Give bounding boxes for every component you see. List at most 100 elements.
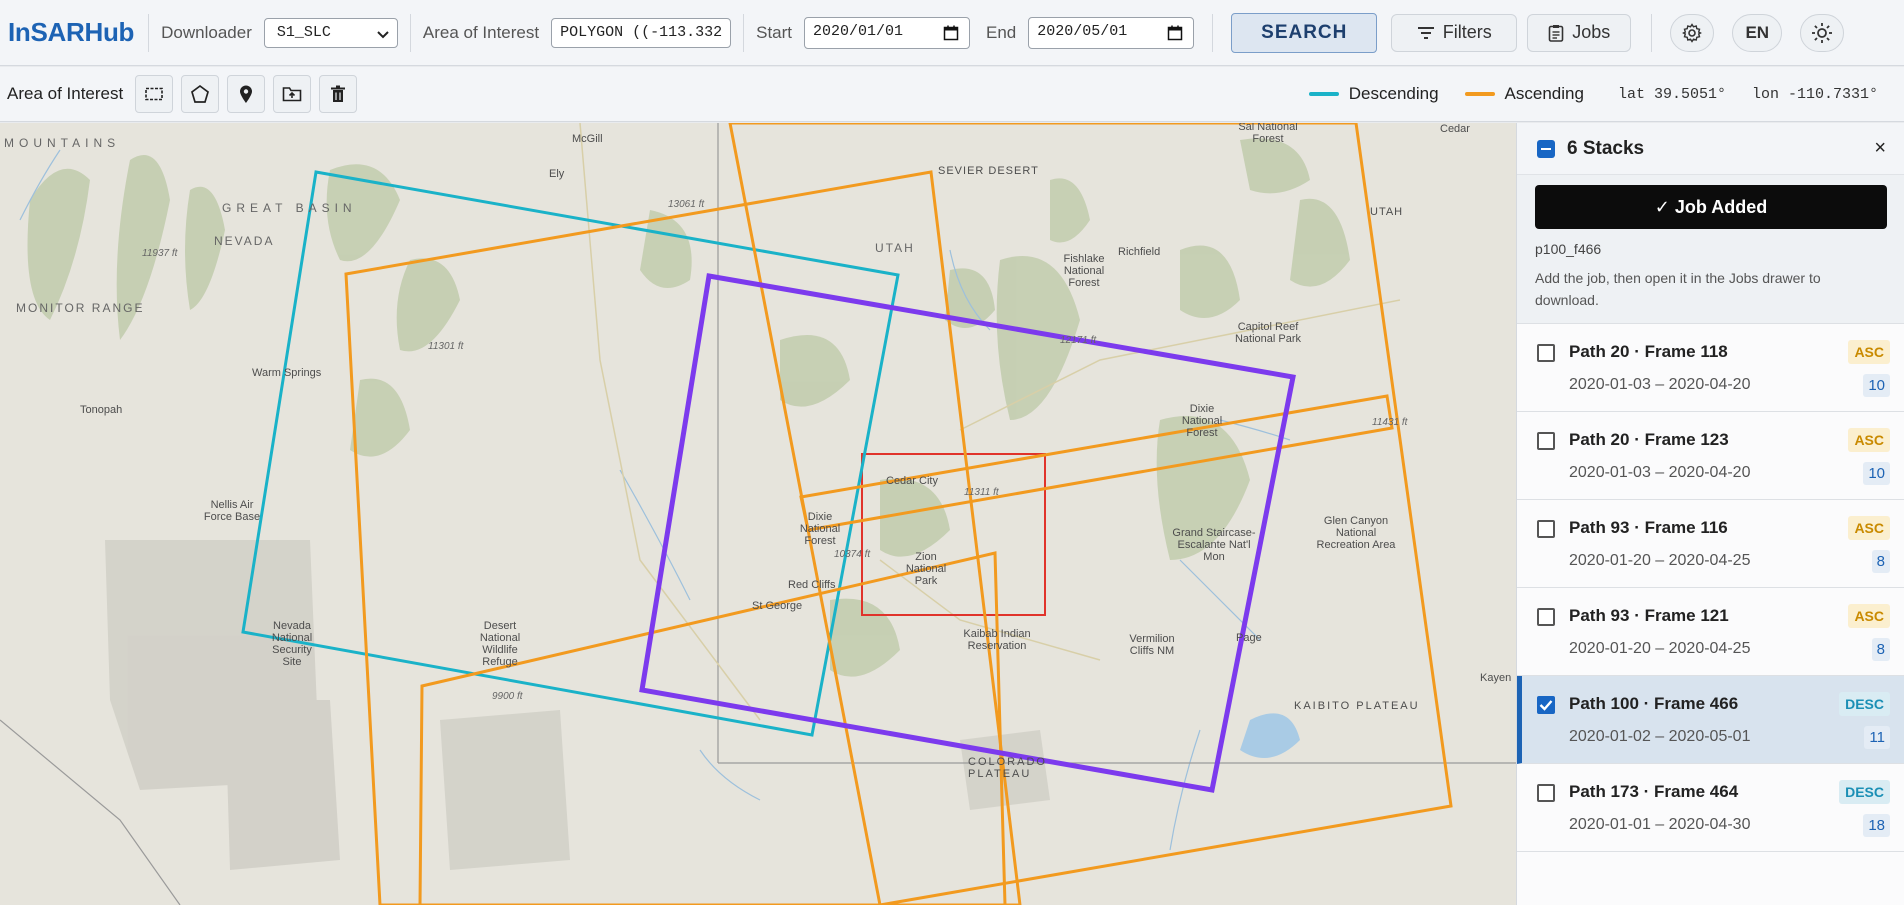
stack-dates: 2020-01-03 – 2020-04-20 (1569, 376, 1751, 393)
start-date-input[interactable]: 2020/01/01 (804, 16, 971, 49)
map-label: Manti-La Sal National Forest (1238, 123, 1298, 145)
stack-row[interactable]: Path 93 · Frame 121 2020-01-20 – 2020-04… (1517, 588, 1904, 676)
downloader-value: S1_SLC (276, 23, 331, 41)
map-label: Richfield (1118, 246, 1161, 258)
calendar-icon[interactable] (1167, 25, 1183, 41)
end-date-input[interactable]: 2020/05/01 (1028, 16, 1195, 49)
stack-title: Path 93 · Frame 121 (1569, 606, 1729, 625)
stack-dates: 2020-01-02 – 2020-05-01 (1569, 728, 1751, 745)
stack-checkbox[interactable] (1537, 432, 1555, 450)
filters-button[interactable]: Filters (1391, 13, 1518, 52)
job-added-button[interactable]: ✓ Job Added (1535, 185, 1887, 229)
map-label: SEVIER DESERT (938, 165, 1039, 177)
close-icon[interactable]: × (1874, 137, 1886, 160)
draw-polygon-button[interactable] (181, 75, 220, 113)
jobs-label: Jobs (1572, 22, 1611, 42)
map-label: 11301 ft (428, 341, 464, 352)
latitude-readout: lat 39.5051° (1617, 85, 1726, 103)
direction-badge: ASC (1848, 516, 1890, 540)
stack-row[interactable]: Path 93 · Frame 116 2020-01-20 – 2020-04… (1517, 500, 1904, 588)
start-label: Start (756, 22, 793, 42)
stack-checkbox[interactable] (1537, 608, 1555, 626)
scene-count-badge: 18 (1863, 814, 1890, 837)
trash-icon (331, 85, 346, 102)
map-label: Warm Springs (252, 367, 322, 379)
stack-title: Path 20 · Frame 118 (1569, 342, 1728, 361)
stack-checkbox[interactable] (1537, 344, 1555, 362)
map-label: MOUNTAINS (4, 136, 121, 150)
drop-pin-button[interactable] (227, 75, 266, 113)
chevron-down-icon (377, 30, 389, 38)
end-date-value: 2020/05/01 (1037, 22, 1128, 40)
gear-icon (1682, 22, 1703, 43)
stack-title: Path 20 · Frame 123 (1569, 430, 1729, 449)
map-canvas[interactable]: MOUNTAINS McGill Ely GREAT BASIN NEVADA … (0, 123, 1516, 905)
deselect-all-checkbox[interactable] (1537, 139, 1555, 158)
checkmark-icon (1539, 700, 1553, 711)
job-section: ✓ Job Added p100_f466 Add the job, then … (1517, 175, 1904, 324)
brand-logo[interactable]: InSARHub (8, 17, 134, 48)
map-label: Dixie National Forest (1181, 403, 1223, 439)
stack-row[interactable]: Path 173 · Frame 464 2020-01-01 – 2020-0… (1517, 764, 1904, 852)
draw-rectangle-button[interactable] (135, 75, 174, 113)
stack-checkbox[interactable] (1537, 520, 1555, 538)
language-button[interactable]: EN (1732, 13, 1783, 52)
stack-row-selected[interactable]: Path 100 · Frame 466 2020-01-02 – 2020-0… (1517, 676, 1904, 764)
sun-icon (1812, 22, 1833, 43)
scene-count-badge: 10 (1863, 374, 1890, 397)
stack-row[interactable]: Path 20 · Frame 123 2020-01-03 – 2020-04… (1517, 412, 1904, 500)
direction-badge: DESC (1839, 780, 1890, 804)
map-label: Fishlake National Forest (1063, 253, 1105, 289)
map-label: UTAH (875, 241, 915, 255)
upload-folder-button[interactable] (273, 75, 312, 113)
top-toolbar: InSARHub Downloader S1_SLC Area of Inter… (0, 0, 1904, 66)
stacks-panel-header: 6 Stacks × (1517, 123, 1904, 175)
map-label: McGill (572, 133, 603, 145)
map-label: Tonopah (80, 404, 123, 416)
calendar-icon[interactable] (943, 25, 959, 41)
stack-checkbox-checked[interactable] (1537, 696, 1555, 714)
longitude-readout: lon -110.7331° (1751, 85, 1878, 103)
map-label: Capitol Reef National Park (1234, 321, 1302, 345)
aoi-input[interactable]: POLYGON ((-113.332 (551, 17, 732, 48)
scene-count-badge: 11 (1864, 726, 1890, 749)
map-label: Nevada National Security Site (271, 620, 313, 668)
job-id: p100_f466 (1535, 241, 1602, 257)
descending-legend-swatch (1308, 92, 1339, 96)
stack-title: Path 93 · Frame 116 (1569, 518, 1728, 537)
map-label: 13061 ft (668, 199, 705, 210)
theme-toggle-button[interactable] (1800, 13, 1845, 52)
map-label: 10374 ft (834, 549, 871, 560)
stack-row[interactable]: Path 20 · Frame 118 2020-01-03 – 2020-04… (1517, 324, 1904, 412)
start-date-value: 2020/01/01 (813, 22, 904, 40)
map-label: 11311 ft (964, 487, 999, 498)
divider (1651, 13, 1653, 52)
map-label: 12171 ft (1060, 335, 1097, 346)
map-label: GREAT BASIN (222, 201, 357, 215)
direction-badge: ASC (1848, 428, 1890, 452)
scene-count-badge: 8 (1871, 550, 1890, 573)
stack-checkbox[interactable] (1537, 784, 1555, 802)
jobs-button[interactable]: Jobs (1527, 13, 1632, 52)
map-label: NEVADA (214, 234, 275, 248)
rectangle-icon (145, 87, 164, 101)
search-button[interactable]: SEARCH (1231, 12, 1378, 53)
map-pin-icon (240, 85, 253, 103)
stack-dates: 2020-01-01 – 2020-04-30 (1569, 816, 1751, 833)
stacks-panel: 6 Stacks × ✓ Job Added p100_f466 Add the… (1516, 123, 1904, 905)
map-label: Cedar City (886, 475, 938, 487)
descending-legend-label: Descending (1348, 84, 1439, 103)
map-label: KAIBITO PLATEAU (1294, 700, 1420, 712)
map-label: Kaibab Indian Reservation (963, 628, 1031, 652)
map-label: Cedar (1440, 123, 1470, 135)
ascending-legend-swatch (1464, 92, 1495, 96)
downloader-select[interactable]: S1_SLC (263, 17, 398, 48)
settings-button[interactable] (1670, 13, 1715, 52)
map-label: Vermilion Cliffs NM (1129, 633, 1175, 657)
map-label: Zion National Park (905, 551, 947, 587)
map-label: St George (752, 600, 803, 612)
divider (743, 13, 745, 52)
delete-aoi-button[interactable] (319, 75, 358, 113)
divider (409, 13, 411, 52)
map-label: COLORADO PLATEAU (968, 756, 1047, 780)
